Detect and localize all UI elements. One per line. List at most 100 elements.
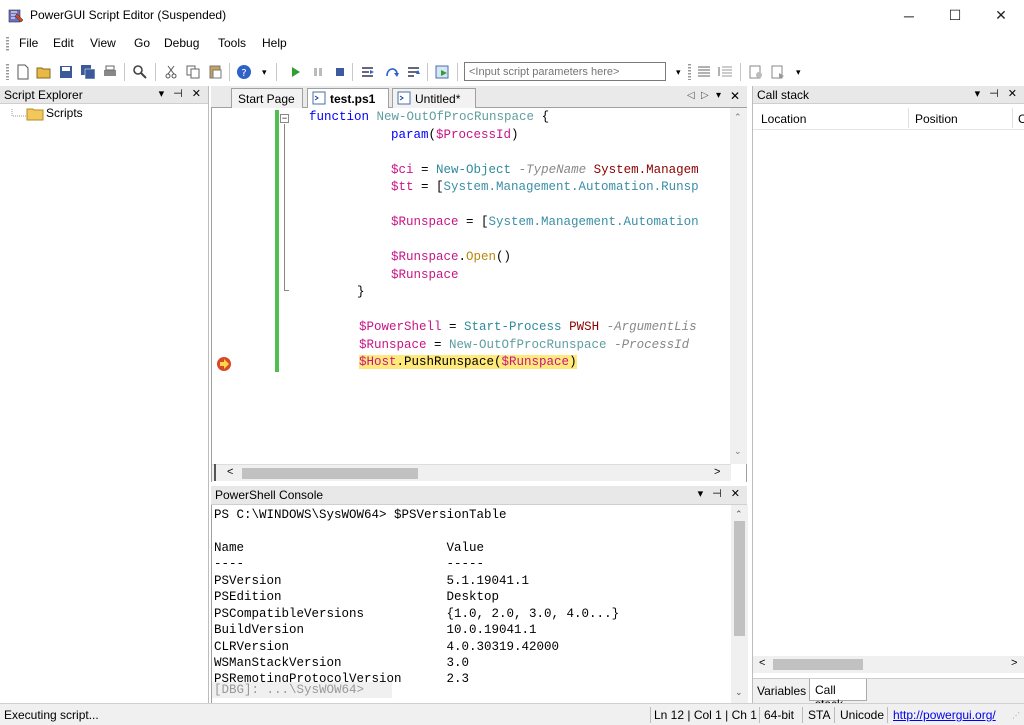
menubar-grip[interactable] <box>6 37 9 51</box>
code-token: ) <box>569 355 577 369</box>
menu-help[interactable]: Help <box>262 36 287 50</box>
menu-edit[interactable]: Edit <box>53 36 74 50</box>
column-header-location[interactable]: Location <box>761 112 806 126</box>
minimize-button[interactable]: ─ <box>886 0 932 31</box>
console-prompt: [DBG]: ...\SysWOW64> <box>214 683 365 697</box>
pause-icon[interactable] <box>310 64 326 80</box>
code-token: System.Management.Automation.Runsp <box>443 180 699 194</box>
script-parameters-input[interactable] <box>464 62 666 81</box>
scroll-left-icon[interactable]: < <box>227 466 233 478</box>
maximize-button[interactable]: ☐ <box>932 0 978 31</box>
open-folder-icon[interactable] <box>36 64 52 80</box>
chevron-down-icon[interactable]: ▾ <box>676 67 681 78</box>
horizontal-scroll-thumb[interactable] <box>773 659 863 670</box>
copy-icon[interactable] <box>185 64 201 80</box>
tab-variables[interactable]: Variables <box>757 684 806 698</box>
column-header-position[interactable]: Position <box>915 112 958 126</box>
bookmark-icon[interactable] <box>748 64 764 80</box>
call-stack-horizontal-scrollbar[interactable]: < > <box>753 656 1024 673</box>
tab-start-page[interactable]: Start Page <box>231 88 303 108</box>
menu-view[interactable]: View <box>90 36 116 50</box>
save-icon[interactable] <box>58 64 74 80</box>
tab-untitled[interactable]: Untitled* <box>392 88 476 108</box>
scroll-up-icon[interactable]: ⌃ <box>735 509 743 520</box>
next-bookmark-icon[interactable] <box>770 64 786 80</box>
status-bar: Executing script... Ln 12 | Col 1 | Ch 1… <box>0 703 1024 725</box>
resize-grip-icon[interactable]: ⋰ <box>1012 711 1020 720</box>
console-line: BuildVersion 10.0.19041.1 <box>214 623 537 637</box>
scroll-tabs-right-icon[interactable]: ▷ <box>701 90 709 101</box>
toolbar-grip[interactable] <box>688 64 691 80</box>
print-icon[interactable] <box>102 64 118 80</box>
tab-test-ps1[interactable]: test.ps1 <box>307 88 389 109</box>
panel-controls[interactable]: ▾ ⊣ ✕ <box>975 87 1020 100</box>
console-input-area[interactable]: [DBG]: ...\SysWOW64> <box>212 682 392 698</box>
uncomment-lines-icon[interactable] <box>718 64 734 80</box>
menu-file[interactable]: File <box>19 36 38 50</box>
script-file-icon <box>397 91 411 105</box>
scroll-right-icon[interactable]: > <box>1011 657 1017 669</box>
folder-icon <box>26 108 44 121</box>
panel-controls[interactable]: ▾ ⊣ ✕ <box>698 487 743 500</box>
powershell-console[interactable]: PS C:\WINDOWS\SysWOW64> $PSVersionTable … <box>211 505 748 703</box>
tab-list-dropdown-icon[interactable]: ▾ <box>716 90 721 101</box>
save-all-icon[interactable] <box>80 64 96 80</box>
panel-controls[interactable]: ▾ ⊣ ✕ <box>159 87 204 100</box>
code-token: $Runspace <box>391 215 459 229</box>
run-icon[interactable] <box>288 64 304 80</box>
menu-tools[interactable]: Tools <box>218 36 246 50</box>
editor-vertical-scrollbar[interactable]: ⌃ ⌄ <box>730 108 747 464</box>
step-over-icon[interactable] <box>384 64 400 80</box>
run-parameters-icon[interactable] <box>435 64 451 80</box>
paste-icon[interactable] <box>207 64 223 80</box>
code-token: $PowerShell <box>359 320 442 334</box>
step-out-icon[interactable] <box>406 64 422 80</box>
chevron-down-icon[interactable]: ▾ <box>262 67 267 78</box>
column-divider[interactable] <box>1012 108 1013 128</box>
console-line: PS C:\WINDOWS\SysWOW64> $PSVersionTable <box>214 508 507 522</box>
editor-gutter <box>212 108 282 464</box>
fold-line <box>284 124 285 290</box>
scroll-right-icon[interactable]: > <box>714 466 720 478</box>
new-file-icon[interactable] <box>15 64 31 80</box>
find-icon[interactable] <box>132 64 148 80</box>
code-token: = [ <box>458 215 489 229</box>
vertical-scroll-thumb[interactable] <box>734 521 745 636</box>
code-token: Open <box>466 250 497 264</box>
stop-icon[interactable] <box>332 64 348 80</box>
console-vertical-scrollbar[interactable]: ⌃ ⌄ <box>731 505 748 703</box>
close-window-button[interactable]: ✕ <box>978 0 1024 31</box>
cut-icon[interactable] <box>163 64 179 80</box>
tree-item-scripts[interactable]: Scripts <box>46 106 83 120</box>
code-editor[interactable]: − 1 2 3 4 5 6 7 8 9 10 11 12 13 14 15 fu… <box>211 108 747 482</box>
code-line: $Runspace = [System.Management.Automatio… <box>391 215 699 229</box>
fold-toggle-icon[interactable]: − <box>280 114 289 123</box>
comment-lines-icon[interactable] <box>696 64 712 80</box>
current-code-line: $Host.PushRunspace($Runspace) <box>359 355 577 369</box>
toolbar-grip[interactable] <box>6 64 9 80</box>
column-header-c[interactable]: C <box>1018 112 1024 126</box>
scroll-up-icon[interactable]: ⌃ <box>734 112 742 123</box>
tab-label: Untitled* <box>415 92 461 106</box>
powergui-link[interactable]: http://powergui.org/ <box>893 708 996 722</box>
scroll-left-icon[interactable]: < <box>759 657 765 669</box>
toolbar: ? ▾ ▾ ▾ <box>0 58 1024 85</box>
menu-go[interactable]: Go <box>134 36 150 50</box>
panel-title: Call stack <box>757 88 810 102</box>
code-token: -ArgumentLis <box>606 320 697 334</box>
chevron-down-icon[interactable]: ▾ <box>796 67 801 78</box>
horizontal-scroll-thumb[interactable] <box>242 468 418 479</box>
editor-horizontal-scrollbar[interactable]: < > <box>212 464 731 481</box>
menu-debug[interactable]: Debug <box>164 36 199 50</box>
console-line: Name Value <box>214 541 485 555</box>
scroll-down-icon[interactable]: ⌄ <box>734 446 742 457</box>
tab-call-stack[interactable]: Call stack <box>809 679 867 711</box>
code-token: ) <box>511 127 519 142</box>
help-icon[interactable]: ? <box>236 64 252 80</box>
scroll-tabs-left-icon[interactable]: ◁ <box>687 90 695 101</box>
step-into-icon[interactable] <box>360 64 376 80</box>
scroll-down-icon[interactable]: ⌄ <box>735 687 743 698</box>
column-divider[interactable] <box>908 108 909 128</box>
close-tab-icon[interactable]: ✕ <box>730 89 740 103</box>
